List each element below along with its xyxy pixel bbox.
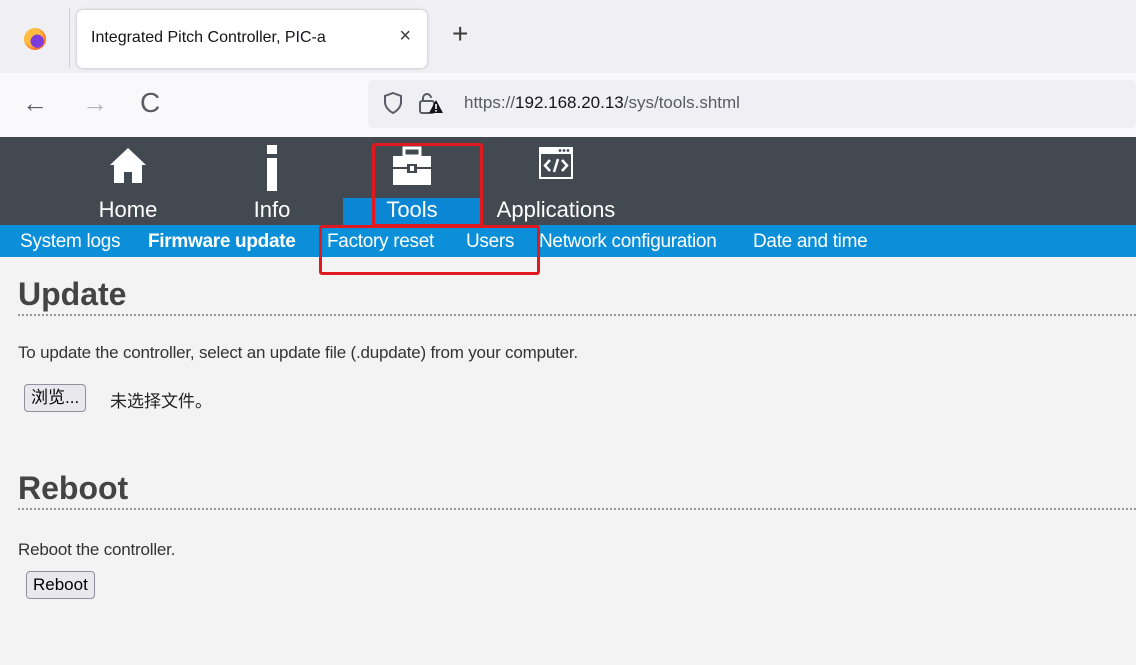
home-icon [110, 148, 146, 183]
subnav-firmware-update[interactable]: Firmware update [148, 231, 296, 253]
subnav-system-logs[interactable]: System logs [20, 231, 120, 253]
nav-home-label: Home [98, 197, 158, 222]
tab-title: Integrated Pitch Controller, PIC-a [91, 29, 326, 46]
update-description: To update the controller, select an upda… [18, 343, 578, 362]
forward-icon[interactable]: → [82, 89, 108, 117]
url-path: /sys/tools.shtml [623, 93, 740, 112]
url-text[interactable]: https://192.168.20.13/sys/tools.shtml [464, 93, 740, 113]
reboot-divider [18, 508, 1136, 510]
nav-applications[interactable]: Applications [484, 137, 628, 225]
tracking-shield-icon[interactable] [384, 92, 402, 114]
insecure-lock-icon[interactable] [418, 92, 444, 114]
tab-separator [69, 8, 70, 68]
reboot-title: Reboot [18, 470, 129, 506]
browser-tabstrip: Integrated Pitch Controller, PIC-a × + [0, 0, 1136, 73]
back-icon[interactable]: ← [22, 89, 48, 117]
new-tab-icon[interactable]: + [452, 20, 468, 48]
code-window-icon [539, 147, 573, 179]
url-host: 192.168.20.13 [515, 93, 624, 112]
subnav-network-configuration[interactable]: Network configuration [539, 231, 717, 253]
reboot-button[interactable]: Reboot [26, 571, 95, 599]
info-icon [267, 145, 277, 191]
url-scheme: https:// [464, 93, 516, 112]
file-status-text: 未选择文件。 [110, 392, 212, 411]
reboot-description: Reboot the controller. [18, 540, 176, 559]
nav-home[interactable]: Home [88, 137, 168, 225]
nav-info-label: Info [253, 197, 291, 222]
nav-info[interactable]: Info [240, 137, 304, 225]
browse-file-button[interactable]: 浏览... [24, 384, 87, 412]
subnav: System logs Firmware update Factory rese… [0, 225, 1136, 257]
nav-applications-label: Applications [496, 197, 616, 222]
app-header: Home Info Tools Applications [0, 137, 1136, 225]
browser-tab[interactable]: Integrated Pitch Controller, PIC-a × [77, 10, 427, 68]
firefox-logo-icon[interactable] [24, 28, 46, 50]
highlight-box-tools [372, 143, 483, 227]
update-divider [18, 314, 1136, 316]
update-title: Update [18, 276, 127, 312]
address-bar[interactable]: https://192.168.20.13/sys/tools.shtml [368, 80, 1136, 128]
highlight-box-subnav [319, 225, 540, 275]
reload-icon[interactable]: C [140, 89, 160, 117]
tab-close-icon[interactable]: × [399, 25, 411, 48]
subnav-date-and-time[interactable]: Date and time [753, 231, 868, 253]
